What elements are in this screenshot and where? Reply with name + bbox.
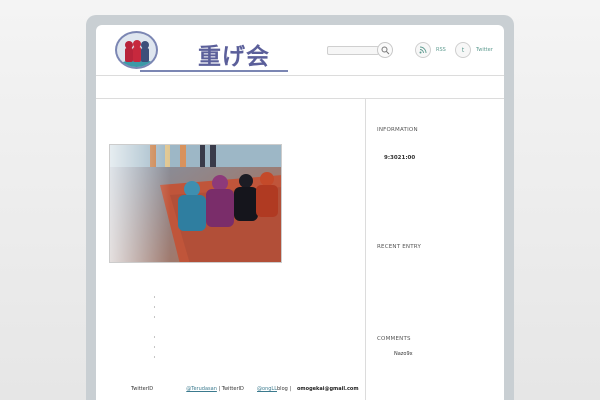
- list-item: ・: [152, 335, 158, 341]
- footer-suffix: blog |: [277, 386, 292, 392]
- search-button[interactable]: [377, 42, 393, 58]
- site-logo-icon[interactable]: [115, 31, 158, 69]
- information-time: 9:3021:00: [384, 155, 416, 161]
- list-item: ・: [152, 345, 158, 351]
- rss-label[interactable]: RSS: [436, 47, 446, 53]
- page-content: 重げ会 RSS t Twitter ・ ・ ・ ・ ・ ・ TwitterID …: [96, 25, 504, 400]
- comments-heading: COMMENTS: [377, 336, 411, 342]
- list-item: ・: [152, 315, 158, 321]
- navigation-bar: [96, 75, 504, 99]
- twitter-icon: t: [461, 46, 465, 54]
- site-header: 重げ会 RSS t Twitter: [96, 25, 504, 75]
- recent-entry-heading: RECENT ENTRY: [377, 244, 422, 250]
- page-frame: 重げ会 RSS t Twitter ・ ・ ・ ・ ・ ・ TwitterID …: [86, 15, 514, 400]
- list-item: ・: [152, 355, 158, 361]
- column-divider: [365, 99, 366, 400]
- comment-author[interactable]: Nazo9x: [394, 351, 413, 357]
- information-heading: INFORMATION: [377, 127, 418, 133]
- site-title[interactable]: 重げ会: [198, 37, 270, 71]
- search-icon: [381, 46, 390, 55]
- title-underline: [140, 70, 288, 72]
- contact-email[interactable]: omogekai@gmail.com: [297, 386, 359, 392]
- twitter-button[interactable]: t: [455, 42, 471, 58]
- footer-twitter-info: TwitterID @Terudasan | TwitterID @ongLLb…: [131, 386, 291, 392]
- meeple-photo: [109, 144, 282, 263]
- rss-icon: [419, 46, 427, 54]
- list-item: ・: [152, 305, 158, 311]
- footer-separator: | TwitterID: [216, 386, 244, 392]
- footer-prefix: TwitterID: [131, 386, 154, 392]
- twitter-link-ongll[interactable]: @ongLL: [257, 386, 277, 392]
- rss-button[interactable]: [415, 42, 431, 58]
- list-item: ・: [152, 295, 158, 301]
- search-input[interactable]: [327, 46, 379, 55]
- twitter-link-terudasan[interactable]: @Terudasan: [186, 386, 217, 392]
- twitter-label[interactable]: Twitter: [476, 47, 493, 53]
